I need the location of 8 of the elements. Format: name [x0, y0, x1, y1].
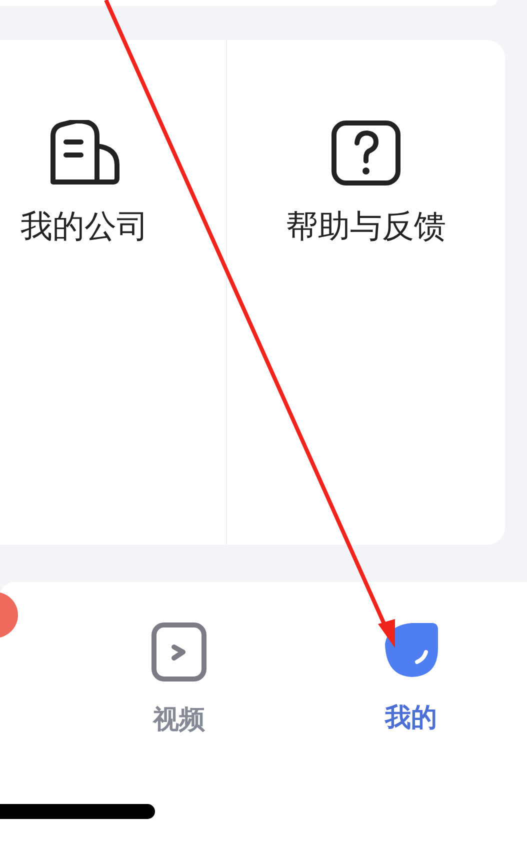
play-icon: [151, 622, 207, 682]
menu-label[interactable]: 帮助与反馈: [286, 208, 446, 244]
drop-icon: [382, 622, 440, 678]
menu-label[interactable]: 我的公司: [20, 208, 148, 244]
tab[interactable]: 我的: [295, 582, 527, 841]
building-icon: [50, 120, 120, 186]
tab[interactable]: 视频: [63, 582, 295, 841]
help-icon: [331, 120, 401, 186]
